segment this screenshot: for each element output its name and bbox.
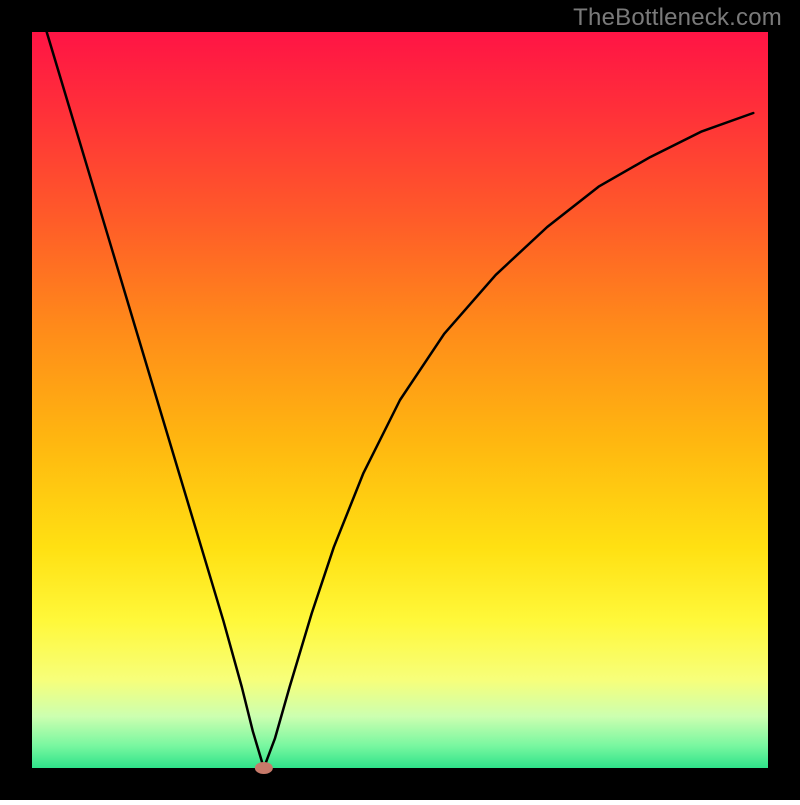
watermark-label: TheBottleneck.com xyxy=(573,4,782,32)
chart-svg xyxy=(0,0,800,800)
bottleneck-chart: TheBottleneck.com xyxy=(0,0,800,800)
min-point-marker xyxy=(255,762,273,774)
